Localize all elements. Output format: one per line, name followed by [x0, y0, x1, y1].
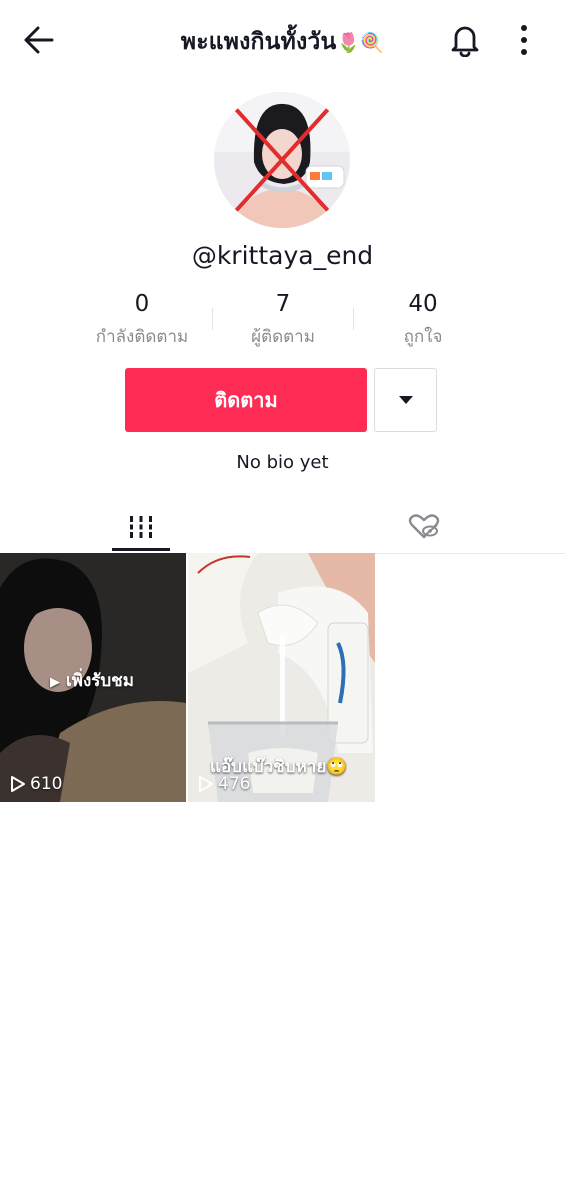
stat-likes-value: 40 [408, 291, 438, 317]
view-count-value: 476 [218, 774, 251, 794]
tab-liked[interactable] [395, 500, 453, 553]
play-small-icon: ▶ [50, 675, 60, 690]
profile-tabs [0, 500, 565, 554]
bell-icon [451, 26, 479, 57]
stat-followers-value: 7 [275, 291, 291, 317]
active-tab-indicator [112, 548, 170, 551]
video-overlay-text: ▶ เพิ่งรับชม [50, 667, 134, 694]
title-text: พะแพงกินทั้งวัน [180, 29, 337, 55]
bio-text: No bio yet [236, 452, 329, 473]
page-title: พะแพงกินทั้งวัน🌷🍭 [100, 24, 465, 60]
play-outline-icon [199, 776, 213, 792]
play-outline-icon [11, 776, 25, 792]
video-thumbnail[interactable]: แอ๊บแบ๊วชิบหาย🙄 476 [188, 553, 375, 802]
tab-videos[interactable] [112, 500, 170, 553]
arrow-left-icon [24, 26, 54, 54]
avatar[interactable] [214, 92, 350, 228]
top-bar: พะแพงกินทั้งวัน🌷🍭 [0, 0, 565, 80]
recently-watched-label: เพิ่งรับชม [65, 671, 134, 691]
view-count: 610 [10, 774, 62, 794]
back-button[interactable] [18, 22, 60, 58]
stat-followers-label: ผู้ติดตาม [251, 327, 315, 347]
more-options-button[interactable] [506, 20, 542, 60]
stat-following-label: กำลังติดตาม [95, 327, 189, 347]
notification-button[interactable] [444, 20, 486, 60]
heart-eye-slash-icon [408, 513, 440, 538]
stat-following-value: 0 [134, 291, 150, 317]
stat-followers[interactable]: 7 ผู้ติดตาม [213, 291, 353, 350]
stat-likes[interactable]: 40 ถูกใจ [353, 291, 493, 350]
view-count-value: 610 [30, 774, 63, 794]
more-vertical-icon [521, 25, 527, 55]
follow-button[interactable]: ติดตาม [125, 368, 367, 432]
caret-down-icon [398, 396, 413, 404]
video-thumbnail[interactable]: ▶ เพิ่งรับชม 610 [0, 553, 186, 802]
stat-following[interactable]: 0 กำลังติดตาม [72, 291, 212, 350]
title-emojis: 🌷🍭 [336, 32, 385, 54]
username: @krittaya_end [191, 241, 374, 270]
view-count: 476 [198, 774, 250, 794]
stat-likes-label: ถูกใจ [403, 327, 443, 347]
grid-bars-icon [128, 515, 154, 538]
suggested-accounts-dropdown-button[interactable] [374, 368, 437, 432]
